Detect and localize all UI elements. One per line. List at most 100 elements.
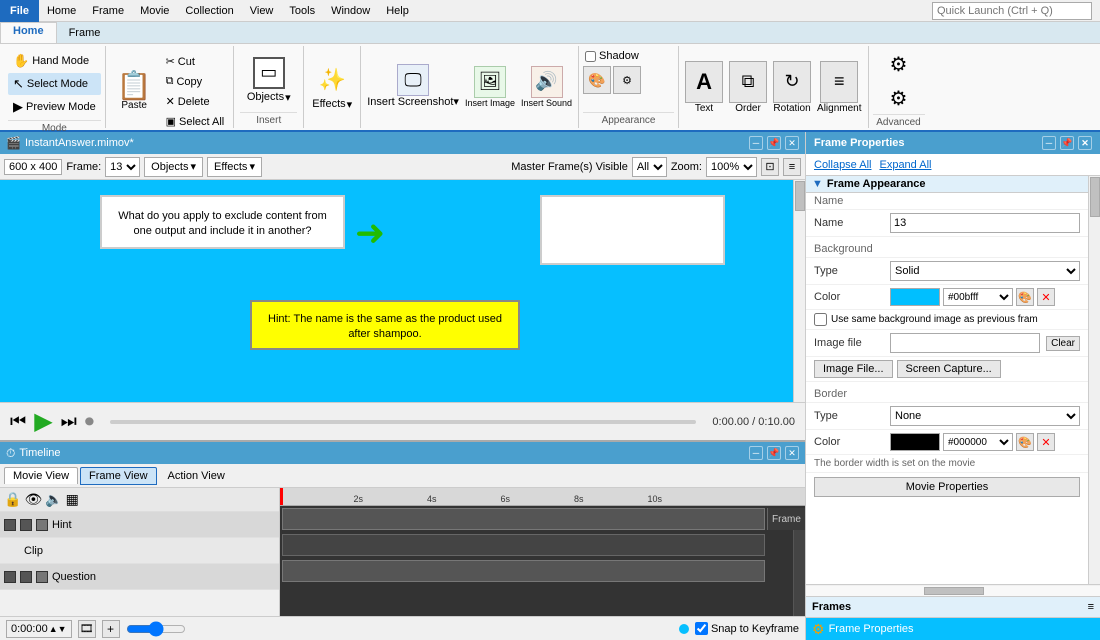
order-btn[interactable]: ⧉ Order — [727, 59, 769, 116]
color-swatch — [890, 288, 940, 306]
audio-icon[interactable]: 🔈 — [45, 491, 62, 508]
ruler-2s: 2s — [354, 494, 364, 504]
frames-section-header[interactable]: Frames ≡ — [806, 596, 1100, 618]
color-reset-btn[interactable]: ✕ — [1037, 288, 1055, 306]
bg-type-select[interactable]: Solid — [890, 261, 1080, 281]
props-pin-btn[interactable]: 📌 — [1060, 136, 1074, 150]
eye-icon[interactable]: 👁 — [24, 491, 42, 508]
canvas-close-btn[interactable]: ✕ — [785, 136, 799, 150]
paste-btn[interactable]: 📋 Paste — [110, 50, 159, 133]
props-scrollbar[interactable] — [1088, 176, 1100, 584]
skip-forward-btn[interactable]: ⏭ — [61, 411, 77, 432]
screen-capture-btn[interactable]: Screen Capture... — [897, 360, 1001, 378]
menu-tools[interactable]: Tools — [281, 0, 323, 22]
color-select[interactable]: #00bfff — [943, 288, 1013, 306]
text-btn[interactable]: A Text — [683, 59, 725, 116]
same-bg-checkbox[interactable] — [814, 313, 827, 326]
menu-frame[interactable]: Frame — [84, 0, 132, 22]
same-bg-label: Use same background image as previous fr… — [831, 314, 1038, 325]
tab-frame-view[interactable]: Frame View — [80, 467, 156, 485]
quick-launch-input[interactable] — [932, 2, 1092, 20]
skip-back-btn[interactable]: ⏮ — [10, 411, 26, 432]
effects-btn[interactable]: ✨ Effects▾ — [310, 62, 354, 113]
alignment-btn[interactable]: ≡ Alignment — [815, 59, 863, 116]
tab-frame[interactable]: Frame — [57, 22, 113, 43]
canvas-pin-btn[interactable]: 📌 — [767, 136, 781, 150]
menu-collection[interactable]: Collection — [177, 0, 241, 22]
cut-btn[interactable]: ✂ Cut — [161, 52, 230, 71]
fit-window-btn[interactable]: ⊡ — [761, 158, 779, 176]
image-file-btn[interactable]: Image File... — [814, 360, 893, 378]
tab-movie-view[interactable]: Movie View — [4, 467, 78, 484]
snap-label[interactable]: Snap to Keyframe — [695, 622, 799, 635]
appearance-group-label: Appearance — [583, 112, 674, 126]
insert-screenshot-btn[interactable]: 🖵 Insert Screenshot▾ — [365, 62, 461, 111]
play-btn[interactable]: ▶ — [34, 407, 52, 436]
timeline-scrollbar[interactable] — [793, 530, 805, 616]
frame-appearance-header[interactable]: ▼ Frame Appearance — [806, 176, 1088, 193]
select-mode-btn[interactable]: ↖ Select Mode — [8, 73, 101, 95]
film-strip-btn[interactable]: 🎞 — [78, 620, 96, 638]
shadow-check[interactable] — [585, 51, 596, 62]
objects-btn[interactable]: ▭ Objects▾ — [245, 55, 293, 106]
add-keyframe-btn[interactable]: + — [102, 620, 120, 638]
snap-checkbox[interactable] — [695, 622, 708, 635]
time-input[interactable]: 0:00:00 ▲▼ — [6, 620, 72, 638]
progress-bar[interactable] — [110, 420, 697, 424]
advanced-icon[interactable]: ⚙ — [883, 48, 915, 80]
name-input[interactable] — [890, 213, 1080, 233]
menu-help[interactable]: Help — [378, 0, 417, 22]
border-color-pick-btn[interactable]: 🎨 — [1016, 433, 1034, 451]
canvas-minimize-btn[interactable]: ─ — [749, 136, 763, 150]
effects-toolbar-btn[interactable]: Effects▾ — [207, 157, 262, 177]
zoom-select[interactable]: 100% — [706, 157, 757, 177]
preview-mode-btn[interactable]: ▶ Preview Mode — [8, 96, 101, 118]
menu-movie[interactable]: Movie — [132, 0, 177, 22]
clear-btn[interactable]: Clear — [1046, 336, 1080, 351]
tab-action-view[interactable]: Action View — [159, 467, 234, 485]
tab-home[interactable]: Home — [0, 22, 57, 43]
grid-icon[interactable]: ▦ — [66, 491, 79, 508]
select-all-btn[interactable]: ▣ Select All — [161, 112, 230, 131]
timeline-close-btn[interactable]: ✕ — [785, 446, 799, 460]
shadow-color-btn[interactable]: 🎨 — [583, 66, 611, 94]
record-btn[interactable]: ⏺ — [85, 411, 94, 432]
view-options-btn[interactable]: ≡ — [783, 158, 801, 176]
border-color-select[interactable]: #000000 — [943, 433, 1013, 451]
props-minimize-btn[interactable]: ─ — [1042, 136, 1056, 150]
master-frames-select[interactable]: All — [632, 157, 667, 177]
border-color-reset-btn[interactable]: ✕ — [1037, 433, 1055, 451]
menu-view[interactable]: View — [242, 0, 282, 22]
frame-select[interactable]: 13 — [105, 157, 140, 177]
movie-properties-btn[interactable]: Movie Properties — [814, 477, 1080, 497]
shadow-settings-btn[interactable]: ⚙ — [613, 66, 641, 94]
delete-btn[interactable]: ✕ Delete — [161, 92, 230, 111]
timeline-minimize-btn[interactable]: ─ — [749, 446, 763, 460]
border-type-select[interactable]: None — [890, 406, 1080, 426]
expand-all-btn[interactable]: Expand All — [879, 159, 931, 171]
zoom-label: Zoom: — [671, 161, 702, 173]
copy-btn[interactable]: ⧉ Copy — [161, 72, 230, 91]
canvas-size: 600 x 400 — [4, 159, 62, 175]
collapse-all-btn[interactable]: Collapse All — [814, 159, 871, 171]
master-frames-label: Master Frame(s) Visible — [511, 161, 628, 173]
objects-toolbar-btn[interactable]: Objects▾ — [144, 157, 203, 177]
hand-mode-btn[interactable]: ✋ Hand Mode — [8, 50, 101, 72]
image-file-input[interactable] — [890, 333, 1040, 353]
advanced-icon2[interactable]: ⚙ — [883, 82, 915, 114]
menu-home[interactable]: Home — [39, 0, 84, 22]
menu-window[interactable]: Window — [323, 0, 378, 22]
menu-file[interactable]: File — [0, 0, 39, 22]
timeline-zoom-slider[interactable] — [126, 621, 186, 637]
timeline-pin-btn[interactable]: 📌 — [767, 446, 781, 460]
color-pick-btn[interactable]: 🎨 — [1016, 288, 1034, 306]
canvas-scrollbar[interactable] — [793, 180, 805, 402]
insert-image-btn[interactable]: 🖼 Insert Image — [463, 64, 517, 111]
insert-sound-btn[interactable]: 🔊 Insert Sound — [519, 64, 574, 111]
props-close-btn[interactable]: ✕ — [1078, 136, 1092, 150]
rotation-btn[interactable]: ↻ Rotation — [771, 59, 813, 116]
image-file-label: Image file — [814, 337, 884, 349]
props-hscrollbar[interactable] — [806, 584, 1100, 596]
lock-icon[interactable]: 🔒 — [4, 491, 21, 508]
shadow-checkbox[interactable]: Shadow — [583, 48, 674, 64]
